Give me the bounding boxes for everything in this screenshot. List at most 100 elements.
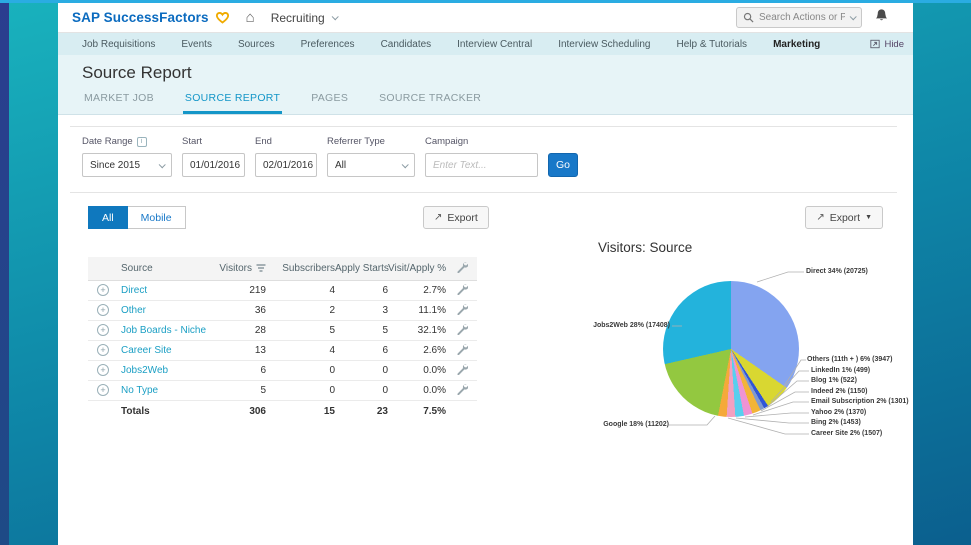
expand-row-icon[interactable]: + xyxy=(97,284,109,296)
nav-item-interview-central[interactable]: Interview Central xyxy=(444,39,545,50)
search-icon xyxy=(743,12,754,23)
col-visitors[interactable]: Visitors xyxy=(198,257,266,280)
tool-wrench-icon[interactable] xyxy=(456,363,468,375)
nav-item-job-requisitions[interactable]: Job Requisitions xyxy=(69,39,168,50)
tab-pages[interactable]: PAGES xyxy=(309,92,350,114)
tool-wrench-icon[interactable] xyxy=(456,383,468,395)
col-source[interactable]: Source xyxy=(118,257,198,280)
source-link[interactable]: Career Site xyxy=(121,345,172,356)
hide-button[interactable]: Hide xyxy=(870,39,904,50)
expand-row-icon[interactable]: + xyxy=(97,324,109,336)
nav-item-events[interactable]: Events xyxy=(168,39,225,50)
heart-logo-icon xyxy=(214,10,231,25)
export-arrow-icon: ↗ xyxy=(816,212,824,223)
pie-label-career-site: Career Site 2% (1507) xyxy=(811,430,882,437)
apply-starts-cell: 6 xyxy=(335,340,388,360)
totals-row: Totals30615237.5% xyxy=(88,400,477,422)
nav-item-preferences[interactable]: Preferences xyxy=(288,39,368,50)
module-switcher[interactable]: Recruiting xyxy=(271,11,337,25)
chevron-down-icon xyxy=(159,161,166,168)
filter-icon[interactable] xyxy=(256,264,266,272)
apply-starts-cell: 5 xyxy=(335,320,388,340)
visit-apply-cell: 0.0% xyxy=(388,360,446,380)
tab-source-report[interactable]: SOURCE REPORT xyxy=(183,92,282,114)
page-header: Source Report MARKET JOB SOURCE REPORT PAG… xyxy=(58,55,913,115)
source-link[interactable]: No Type xyxy=(121,385,158,396)
export-button[interactable]: ↗ Export xyxy=(423,206,489,229)
col-apply-starts[interactable]: Apply Starts xyxy=(335,257,388,280)
global-search-input[interactable]: Search Actions or People xyxy=(736,7,862,28)
source-link[interactable]: Direct xyxy=(121,285,147,296)
campaign-input[interactable]: Enter Text... xyxy=(425,153,538,177)
end-date-input[interactable]: 02/01/2016 xyxy=(255,153,317,177)
nav-item-sources[interactable]: Sources xyxy=(225,39,288,50)
tool-wrench-icon[interactable] xyxy=(456,303,468,315)
nav-item-candidates[interactable]: Candidates xyxy=(368,39,445,50)
tool-wrench-icon[interactable] xyxy=(456,283,468,295)
tool-wrench-icon[interactable] xyxy=(456,343,468,355)
info-icon[interactable] xyxy=(137,137,147,147)
tool-wrench-icon[interactable] xyxy=(456,323,468,335)
table-row: +Career Site13462.6% xyxy=(88,340,477,360)
referrer-type-select[interactable]: All xyxy=(327,153,415,177)
nav-item-marketing[interactable]: Marketing xyxy=(760,39,833,50)
date-range-label: Date Range xyxy=(82,136,172,147)
page-title: Source Report xyxy=(58,63,913,83)
expand-row-icon[interactable]: + xyxy=(97,364,109,376)
apply-starts-cell: 0 xyxy=(335,380,388,400)
subscribers-cell: 5 xyxy=(266,320,335,340)
table-row: +No Type5000.0% xyxy=(88,380,477,400)
expand-row-icon[interactable]: + xyxy=(97,344,109,356)
visitors-cell: 5 xyxy=(198,380,266,400)
hide-label: Hide xyxy=(884,39,904,50)
segment-all[interactable]: All xyxy=(88,206,128,229)
visit-apply-cell: 2.7% xyxy=(388,280,446,300)
nav-item-help-tutorials[interactable]: Help & Tutorials xyxy=(663,39,760,50)
notifications-bell-icon[interactable] xyxy=(874,8,889,28)
segment-mobile[interactable]: Mobile xyxy=(128,206,186,229)
start-date-input[interactable]: 01/01/2016 xyxy=(182,153,245,177)
source-link[interactable]: Other xyxy=(121,305,146,316)
chevron-down-icon xyxy=(850,13,857,20)
visit-apply-cell: 0.0% xyxy=(388,380,446,400)
source-report-table: SourceVisitorsSubscribersApply StartsVis… xyxy=(88,257,477,422)
col-subscribers[interactable]: Subscribers xyxy=(266,257,335,280)
visitors-source-chart: Visitors: Source Direct 34% (20725)Other… xyxy=(585,236,912,476)
go-button[interactable]: Go xyxy=(548,153,578,177)
home-icon[interactable]: ⌂ xyxy=(246,9,255,26)
tab-market-job[interactable]: MARKET JOB xyxy=(82,92,156,114)
pie-label-indeed: Indeed 2% (1150) xyxy=(811,388,867,395)
source-link[interactable]: Job Boards - Niche xyxy=(121,325,206,336)
date-range-select[interactable]: Since 2015 xyxy=(82,153,172,177)
start-date-label: Start xyxy=(182,136,245,147)
pie-label-yahoo: Yahoo 2% (1370) xyxy=(811,409,866,416)
tool-wrench-icon[interactable] xyxy=(456,261,468,273)
nav-item-interview-scheduling[interactable]: Interview Scheduling xyxy=(545,39,663,50)
left-navy-strip xyxy=(0,3,9,545)
module-name: Recruiting xyxy=(271,11,325,25)
caret-down-icon: ▼ xyxy=(865,214,872,221)
export-menu-button[interactable]: ↗ Export ▼ xyxy=(805,206,883,229)
tab-source-tracker[interactable]: SOURCE TRACKER xyxy=(377,92,483,114)
col-visit-apply[interactable]: Visit/Apply % xyxy=(388,257,446,280)
visit-apply-cell: 32.1% xyxy=(388,320,446,340)
apply-starts-cell: 3 xyxy=(335,300,388,320)
pie-chart[interactable] xyxy=(663,281,799,417)
collapse-icon xyxy=(870,39,880,49)
campaign-label: Campaign xyxy=(425,136,538,147)
export-arrow-icon: ↗ xyxy=(434,212,442,223)
chevron-down-icon xyxy=(331,13,338,20)
visitors-cell: 36 xyxy=(198,300,266,320)
apply-starts-cell: 0 xyxy=(335,360,388,380)
screen: SAP SuccessFactors ⌂ Recruiting Search A… xyxy=(0,0,971,545)
filter-bar: Date Range Since 2015 Start 01/01/2016 xyxy=(82,136,578,177)
source-link[interactable]: Jobs2Web xyxy=(121,365,168,376)
expand-row-icon[interactable]: + xyxy=(97,304,109,316)
expand-row-icon[interactable]: + xyxy=(97,384,109,396)
app-window: SAP SuccessFactors ⌂ Recruiting Search A… xyxy=(58,3,913,545)
nav-items: Job RequisitionsEventsSourcesPreferences… xyxy=(69,39,833,50)
pie-label-others-11th-: Others (11th + ) 6% (3947) xyxy=(807,356,892,363)
device-segment-toggle: AllMobile xyxy=(88,206,186,229)
main-nav: Job RequisitionsEventsSourcesPreferences… xyxy=(58,33,913,55)
referrer-type-label: Referrer Type xyxy=(327,136,415,147)
